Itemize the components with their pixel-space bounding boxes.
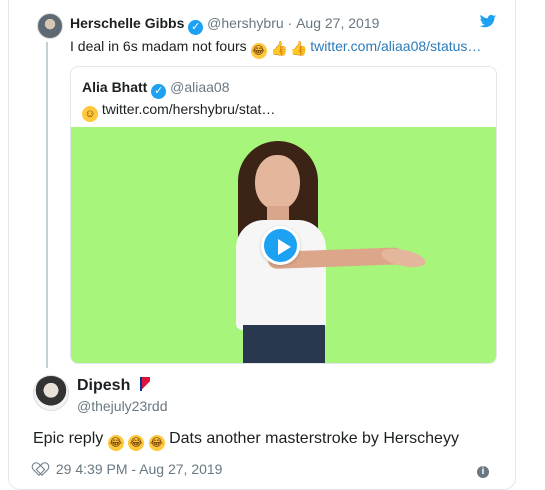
reply-author-name[interactable]: Dipesh bbox=[77, 377, 130, 394]
heart-icon[interactable] bbox=[33, 462, 47, 476]
nepal-flag-icon bbox=[139, 377, 150, 391]
dot-separator: · bbox=[287, 15, 293, 31]
rolling-on-floor-laughing-emoji: 😂 bbox=[148, 435, 165, 451]
thumbs-up-emoji: 👍 bbox=[290, 40, 308, 56]
tweet-time[interactable]: 4:39 PM - Aug 27, 2019 bbox=[75, 461, 222, 477]
video-thumbnail[interactable] bbox=[71, 127, 496, 363]
smiling-emoji: ☺ bbox=[82, 106, 98, 122]
alia-author-row[interactable]: Alia Bhatt ✓ @aliaa08 bbox=[82, 79, 230, 99]
reply-author-handle[interactable]: @thejuly23rdd bbox=[77, 398, 168, 414]
play-triangle bbox=[278, 239, 291, 255]
alia-author-name[interactable]: Alia Bhatt bbox=[82, 79, 147, 95]
rolling-on-floor-laughing-emoji: 😂 bbox=[128, 435, 145, 451]
quoted-text-body: I deal in 6s madam not fours bbox=[70, 38, 247, 54]
like-count[interactable]: 29 bbox=[56, 461, 72, 477]
verified-badge-icon: ✓ bbox=[151, 84, 167, 99]
thread-line bbox=[46, 42, 48, 368]
reply-text: Epic reply 😂 😂 😂 Dats another masterstro… bbox=[33, 430, 459, 451]
verified-badge-icon: ✓ bbox=[188, 20, 204, 35]
info-icon[interactable]: i bbox=[477, 466, 489, 478]
rolling-on-floor-laughing-emoji: 😂 bbox=[107, 435, 124, 451]
herschelle-avatar[interactable] bbox=[37, 13, 63, 39]
alia-tweet-link-row[interactable]: ☺ twitter.com/hershybru/stat… bbox=[82, 101, 275, 122]
person-jeans bbox=[243, 325, 325, 363]
twitter-bird-icon[interactable] bbox=[479, 13, 497, 31]
thumbs-up-emoji: 👍 bbox=[270, 40, 288, 56]
quoted-author-handle[interactable]: @hershybru bbox=[207, 15, 283, 31]
quoted-tweet-date[interactable]: Aug 27, 2019 bbox=[296, 15, 379, 31]
play-icon[interactable] bbox=[261, 226, 300, 265]
rolling-on-floor-laughing-emoji: 😂 bbox=[250, 43, 267, 59]
person-face bbox=[255, 155, 300, 210]
reply-author-row[interactable]: Dipesh bbox=[77, 377, 150, 395]
quoted-author-row[interactable]: Herschelle Gibbs ✓ @hershybru · Aug 27, … bbox=[70, 15, 379, 35]
quoted-tweet-link[interactable]: twitter.com/aliaa08/status… bbox=[310, 38, 481, 54]
alia-author-handle[interactable]: @aliaa08 bbox=[170, 79, 229, 95]
reply-text-suffix: Dats another masterstroke by Herscheyy bbox=[169, 430, 459, 447]
tweet-meta-row: 29 4:39 PM - Aug 27, 2019 bbox=[33, 461, 223, 477]
quoted-author-name[interactable]: Herschelle Gibbs bbox=[70, 15, 184, 31]
dipesh-avatar[interactable] bbox=[33, 375, 69, 411]
flat-hand bbox=[379, 245, 428, 271]
quoted-tweet-text: I deal in 6s madam not fours 😂 👍 👍 twitt… bbox=[70, 38, 495, 59]
tweet-card: Herschelle Gibbs ✓ @hershybru · Aug 27, … bbox=[8, 0, 516, 490]
embedded-quoted-tweet[interactable]: Alia Bhatt ✓ @aliaa08 ☺ twitter.com/hers… bbox=[70, 66, 497, 364]
reply-text-prefix: Epic reply bbox=[33, 430, 104, 447]
alia-tweet-link[interactable]: twitter.com/hershybru/stat… bbox=[102, 101, 276, 117]
